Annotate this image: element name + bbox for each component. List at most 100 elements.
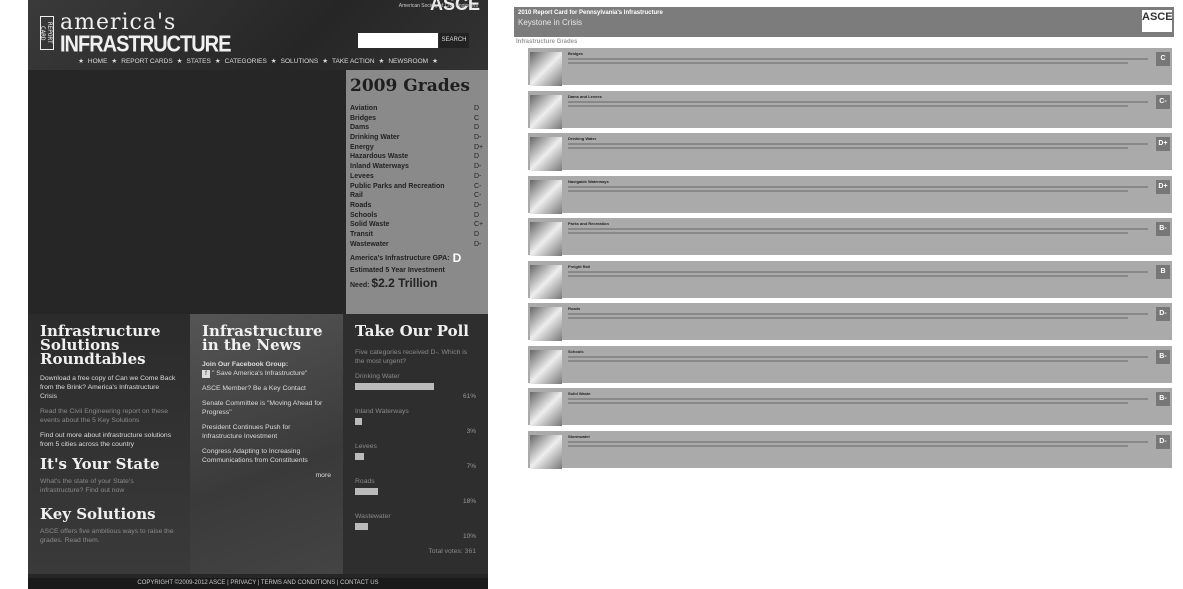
grade-category[interactable]: Transit xyxy=(350,230,373,240)
category-name[interactable]: Navigable Waterways xyxy=(568,179,609,184)
category-name[interactable]: Schools xyxy=(568,349,584,354)
category-name[interactable]: Solid Waste xyxy=(568,391,591,396)
solutions-link[interactable]: Find out more about infrastructure solut… xyxy=(40,431,178,449)
nav-report-cards[interactable]: REPORT CARDS xyxy=(121,55,172,69)
facebook-group-link[interactable]: f " Save America's Infrastructure" xyxy=(202,369,331,378)
grade-item[interactable]: Transit D xyxy=(350,230,484,240)
category-name[interactable]: Parks and Recreation xyxy=(568,221,609,226)
poll-option-label[interactable]: Levees xyxy=(355,442,476,451)
category-name[interactable]: Dams and Levees xyxy=(568,94,602,99)
category-name[interactable]: Stormwater xyxy=(568,434,590,439)
category-grade-badge: C xyxy=(1156,52,1170,66)
category-name[interactable]: Bridges xyxy=(568,51,583,56)
site-footer[interactable]: COPYRIGHT ©2009-2012 ASCE | PRIVACY | TE… xyxy=(28,578,488,589)
your-state-title[interactable]: It's Your State xyxy=(40,457,178,472)
asce-logo[interactable]: ASCE xyxy=(1142,10,1173,32)
category-photo xyxy=(530,52,562,86)
news-item-2[interactable]: Senate Committee is "Moving Ahead for Pr… xyxy=(202,399,331,417)
grade-item[interactable]: Bridges C xyxy=(350,114,484,124)
search-button[interactable]: SEARCH xyxy=(439,33,469,48)
grade-category[interactable]: Solid Waste xyxy=(350,220,389,230)
grade-category[interactable]: Inland Waterways xyxy=(350,162,409,172)
nav-star-icon: ★ xyxy=(214,58,221,65)
poll-result-bar xyxy=(355,383,434,390)
category-description xyxy=(568,189,1128,192)
poll-option-label[interactable]: Roads xyxy=(355,477,476,486)
nav-home[interactable]: HOME xyxy=(88,55,108,69)
grade-row: Stormwater D- xyxy=(528,430,1172,470)
poll-option-label[interactable]: Drinking Water xyxy=(355,372,476,381)
grade-item[interactable]: Energy D+ xyxy=(350,143,484,153)
nav-states[interactable]: STATES xyxy=(187,55,211,69)
report-title: 2010 Report Card for Pennsylvania's Infr… xyxy=(518,10,663,16)
roundtables-title[interactable]: Infrastructure Solutions Roundtables xyxy=(40,324,178,367)
grade-item[interactable]: Hazardous Waste D xyxy=(350,152,484,162)
key-solutions-link[interactable]: ASCE offers five ambitious ways to raise… xyxy=(40,527,178,545)
news-column: Infrastructure in the News Join Our Face… xyxy=(190,314,343,574)
grade-category[interactable]: Energy xyxy=(350,143,374,153)
nav-solutions[interactable]: SOLUTIONS xyxy=(281,55,319,69)
grade-item[interactable]: Roads D- xyxy=(350,201,484,211)
poll-option-label[interactable]: Wastewater xyxy=(355,512,476,521)
poll-option-label[interactable]: Inland Waterways xyxy=(355,407,476,416)
category-description xyxy=(568,359,1128,362)
category-grade-badge: B xyxy=(1156,264,1170,279)
infrastructure-logo-text[interactable]: INFRASTRUCTURE xyxy=(60,33,231,56)
category-name[interactable]: Drinking Water xyxy=(568,136,596,141)
nav-star-icon: ★ xyxy=(322,58,329,65)
category-description xyxy=(568,313,1148,315)
grade-value: D xyxy=(474,124,480,132)
nav-star-icon: ★ xyxy=(432,58,438,65)
grade-category[interactable]: Wastewater xyxy=(350,240,389,250)
grade-row: Freight Rail B xyxy=(528,260,1172,301)
news-item-1[interactable]: ASCE Member? Be a Key Contact xyxy=(202,384,331,393)
nav-star-icon: ★ xyxy=(78,58,84,65)
download-link[interactable]: Download a free copy of Can we Come Back… xyxy=(40,374,178,401)
main-nav: ★ HOME ★ REPORT CARDS ★ STATES ★ CATEGOR… xyxy=(28,55,488,69)
category-photo xyxy=(530,94,562,129)
grade-item[interactable]: Public Parks and Recreation C- xyxy=(350,182,484,192)
grade-category[interactable]: Aviation xyxy=(350,104,377,114)
category-description xyxy=(568,355,1148,358)
grade-item[interactable]: Schools D xyxy=(350,211,484,221)
grade-category[interactable]: Levees xyxy=(350,172,374,182)
civil-engineering-link[interactable]: Read the Civil Engineering report on the… xyxy=(40,407,178,425)
grade-category[interactable]: Hazardous Waste xyxy=(350,152,408,162)
category-name[interactable]: Roads xyxy=(568,306,580,311)
category-grade-badge: B- xyxy=(1156,222,1170,236)
news-item-3[interactable]: President Continues Push for Infrastruct… xyxy=(202,423,331,441)
grade-item[interactable]: Solid Waste C+ xyxy=(350,220,484,230)
grade-row: Parks and Recreation B- xyxy=(528,218,1172,258)
grade-item[interactable]: Dams D xyxy=(350,123,484,133)
key-solutions-title[interactable]: Key Solutions xyxy=(40,507,178,522)
grade-category[interactable]: Rail xyxy=(350,191,363,201)
more-link[interactable]: more xyxy=(202,471,332,480)
gpa-row: America's Infrastructure GPA: D xyxy=(346,249,488,267)
state-link[interactable]: What's the state of your State's infrast… xyxy=(40,477,178,495)
grade-item[interactable]: Rail C- xyxy=(350,191,484,201)
grades-list: Aviation D Bridges C Dams D Drinking Water D- En… xyxy=(346,96,488,249)
grade-item[interactable]: Levees D- xyxy=(350,172,484,182)
news-item-4[interactable]: Congress Adapting to Increasing Communic… xyxy=(202,447,331,465)
grade-category[interactable]: Public Parks and Recreation xyxy=(350,182,445,192)
americas-logo-text[interactable]: america's xyxy=(60,12,176,34)
nav-newsroom[interactable]: NEWSROOM xyxy=(388,55,428,69)
grade-value: C+ xyxy=(474,221,484,229)
grade-category[interactable]: Dams xyxy=(350,123,369,133)
category-photo xyxy=(530,137,562,171)
grade-category[interactable]: Drinking Water xyxy=(350,133,400,143)
facebook-group-name[interactable]: " Save America's Infrastructure" xyxy=(212,370,307,377)
grade-item[interactable]: Wastewater D- xyxy=(350,240,484,250)
grade-item[interactable]: Drinking Water D- xyxy=(350,133,484,143)
grade-category[interactable]: Bridges xyxy=(350,114,376,124)
grade-item[interactable]: Aviation D xyxy=(350,104,484,114)
category-name[interactable]: Freight Rail xyxy=(568,264,590,269)
nav-take-action[interactable]: TAKE ACTION xyxy=(332,55,375,69)
category-photo xyxy=(530,349,562,384)
grade-category[interactable]: Schools xyxy=(350,211,377,221)
grade-category[interactable]: Roads xyxy=(350,201,371,211)
nav-categories[interactable]: CATEGORIES xyxy=(225,55,267,69)
search-input[interactable] xyxy=(358,33,438,48)
grade-item[interactable]: Inland Waterways D- xyxy=(350,162,484,172)
grade-row: Solid Waste B- xyxy=(528,388,1172,428)
